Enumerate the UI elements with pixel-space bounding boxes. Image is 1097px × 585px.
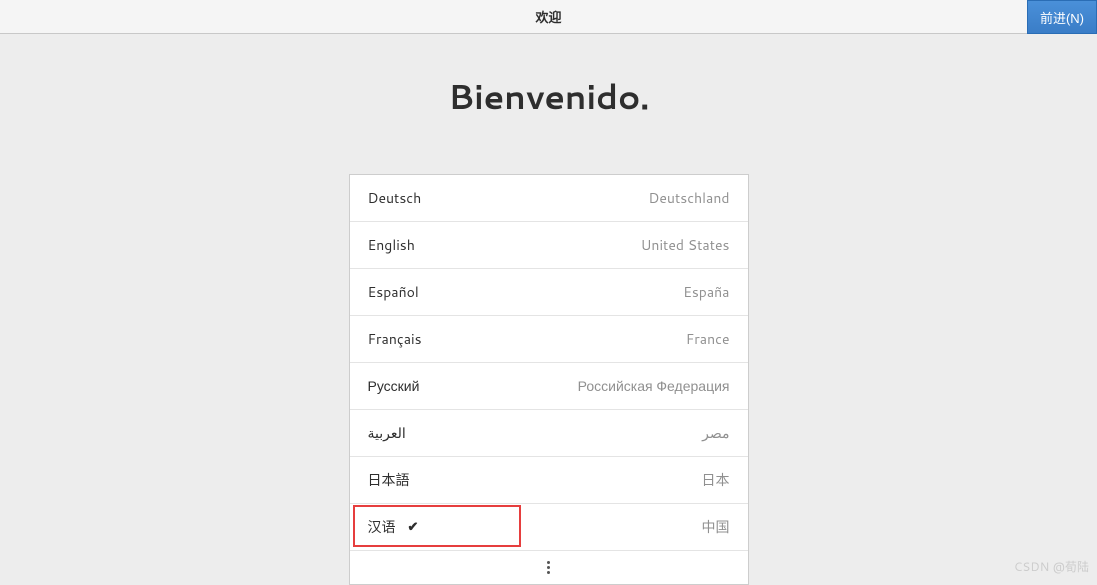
language-row-deutsch[interactable]: Deutsch Deutschland [350, 175, 748, 222]
language-region: 中国 [702, 517, 730, 537]
language-row-espanol[interactable]: Español España [350, 269, 748, 316]
language-region: 日本 [702, 470, 730, 490]
language-name: Русский [368, 376, 420, 396]
welcome-title: Bienvenido. [448, 72, 649, 120]
more-icon [547, 561, 550, 574]
language-list: Deutsch Deutschland English United State… [349, 174, 749, 585]
language-region: France [686, 329, 730, 349]
language-row-japanese[interactable]: 日本語 日本 [350, 457, 748, 504]
language-region: مصر [702, 423, 729, 443]
language-row-russian[interactable]: Русский Российская Федерация [350, 363, 748, 410]
language-region: Deutschland [648, 188, 729, 208]
language-name: English [368, 235, 415, 255]
next-button[interactable]: 前进(N) [1027, 0, 1097, 34]
next-button-label: 前进(N) [1040, 8, 1084, 27]
language-row-chinese[interactable]: 汉语 ✔ 中国 [350, 504, 748, 551]
check-icon: ✔ [408, 518, 419, 536]
language-name: 汉语 ✔ [368, 517, 419, 537]
language-name: العربية [368, 423, 406, 443]
language-region: Российская Федерация [578, 376, 730, 396]
language-region: España [683, 282, 729, 302]
header-title: 欢迎 [535, 7, 561, 27]
language-name: Español [368, 282, 419, 302]
language-name: Deutsch [368, 188, 422, 208]
language-name-text: 汉语 [368, 517, 396, 537]
watermark: CSDN @荀陆 [1014, 558, 1089, 575]
header-bar: 欢迎 前进(N) [0, 0, 1097, 34]
language-row-english[interactable]: English United States [350, 222, 748, 269]
language-name: 日本語 [368, 470, 410, 490]
language-row-arabic[interactable]: العربية مصر [350, 410, 748, 457]
selected-language-wrap: 汉语 ✔ 中国 [350, 504, 748, 551]
language-region: United States [641, 235, 730, 255]
language-name: Français [368, 329, 422, 349]
content-area: Bienvenido. Deutsch Deutschland English … [0, 34, 1097, 585]
language-row-francais[interactable]: Français France [350, 316, 748, 363]
more-languages-button[interactable] [350, 551, 748, 584]
